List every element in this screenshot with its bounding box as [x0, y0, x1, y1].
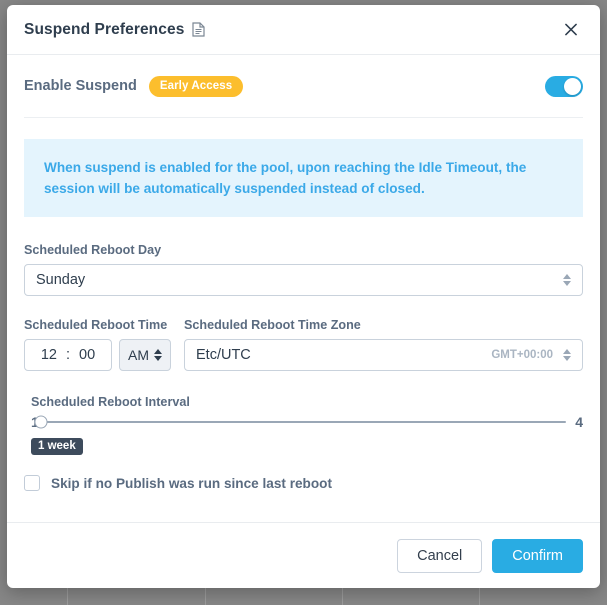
reboot-day-select[interactable]: Sunday — [24, 264, 583, 297]
chevron-updown-icon — [154, 349, 162, 362]
page-title: Suspend Preferences — [24, 20, 185, 38]
reboot-time-controls: 12 : 00 AM — [24, 339, 184, 372]
reboot-day-group: Scheduled Reboot Day Sunday — [24, 243, 583, 297]
background-table-column — [205, 588, 342, 605]
slider-value-tooltip: 1 week — [31, 438, 83, 456]
dialog-header: Suspend Preferences — [7, 5, 600, 55]
reboot-time-group: Scheduled Reboot Time 12 : 00 AM — [24, 318, 184, 372]
background-table-column — [479, 588, 607, 605]
reboot-interval-label: Scheduled Reboot Interval — [31, 395, 190, 410]
dialog-body: Enable Suspend Early Access When suspend… — [7, 55, 600, 522]
cancel-button[interactable]: Cancel — [397, 538, 483, 573]
reboot-time-row: Scheduled Reboot Time 12 : 00 AM Schedul… — [24, 318, 583, 372]
info-banner: When suspend is enabled for the pool, up… — [24, 139, 583, 218]
reboot-time-meridiem-stepper[interactable]: AM — [119, 339, 171, 372]
reboot-time-separator: : — [65, 347, 71, 364]
reboot-timezone-offset: GMT+00:00 — [491, 349, 553, 362]
enable-suspend-row: Enable Suspend Early Access — [24, 55, 583, 118]
dialog-footer: Cancel Confirm — [7, 522, 600, 588]
meridiem-value: AM — [128, 347, 149, 364]
chevron-updown-icon — [563, 274, 571, 287]
confirm-button[interactable]: Confirm — [492, 538, 583, 573]
enable-suspend-label: Enable Suspend — [24, 78, 137, 94]
reboot-time-input[interactable]: 12 : 00 — [24, 339, 112, 372]
skip-publish-checkbox[interactable] — [24, 475, 40, 492]
skip-publish-row: Skip if no Publish was run since last re… — [24, 475, 583, 492]
reboot-interval-group: Scheduled Reboot Interval 1 4 1 week — [24, 395, 583, 456]
close-icon[interactable] — [559, 18, 583, 42]
reboot-time-label: Scheduled Reboot Time — [24, 318, 168, 333]
background-table-columns — [0, 588, 607, 605]
reboot-timezone-value: Etc/UTC — [196, 347, 251, 364]
reboot-timezone-select[interactable]: Etc/UTC GMT+00:00 — [184, 339, 583, 372]
early-access-badge: Early Access — [148, 75, 244, 97]
document-icon[interactable] — [192, 22, 206, 37]
reboot-timezone-group: Scheduled Reboot Time Zone Etc/UTC GMT+0… — [184, 318, 583, 372]
reboot-time-hours[interactable]: 12 — [39, 347, 59, 363]
suspend-preferences-dialog: Suspend Preferences Enable Suspend Early… — [7, 5, 600, 588]
chevron-updown-icon — [563, 349, 571, 362]
reboot-day-label: Scheduled Reboot Day — [24, 243, 162, 258]
skip-publish-label[interactable]: Skip if no Publish was run since last re… — [51, 476, 332, 491]
slider-max-label: 4 — [575, 414, 583, 431]
enable-suspend-toggle[interactable] — [545, 75, 583, 97]
slider-track[interactable] — [40, 421, 567, 424]
slider-track-wrap[interactable] — [34, 412, 567, 432]
background-table-column — [67, 588, 205, 605]
reboot-timezone-label: Scheduled Reboot Time Zone — [184, 318, 361, 333]
background-table-column — [0, 588, 67, 605]
reboot-interval-slider[interactable]: 1 4 — [31, 412, 583, 432]
toggle-knob — [564, 77, 581, 95]
reboot-day-value: Sunday — [36, 272, 86, 289]
slider-thumb[interactable] — [34, 415, 48, 429]
reboot-time-minutes[interactable]: 00 — [77, 347, 97, 363]
background-table-column — [342, 588, 479, 605]
